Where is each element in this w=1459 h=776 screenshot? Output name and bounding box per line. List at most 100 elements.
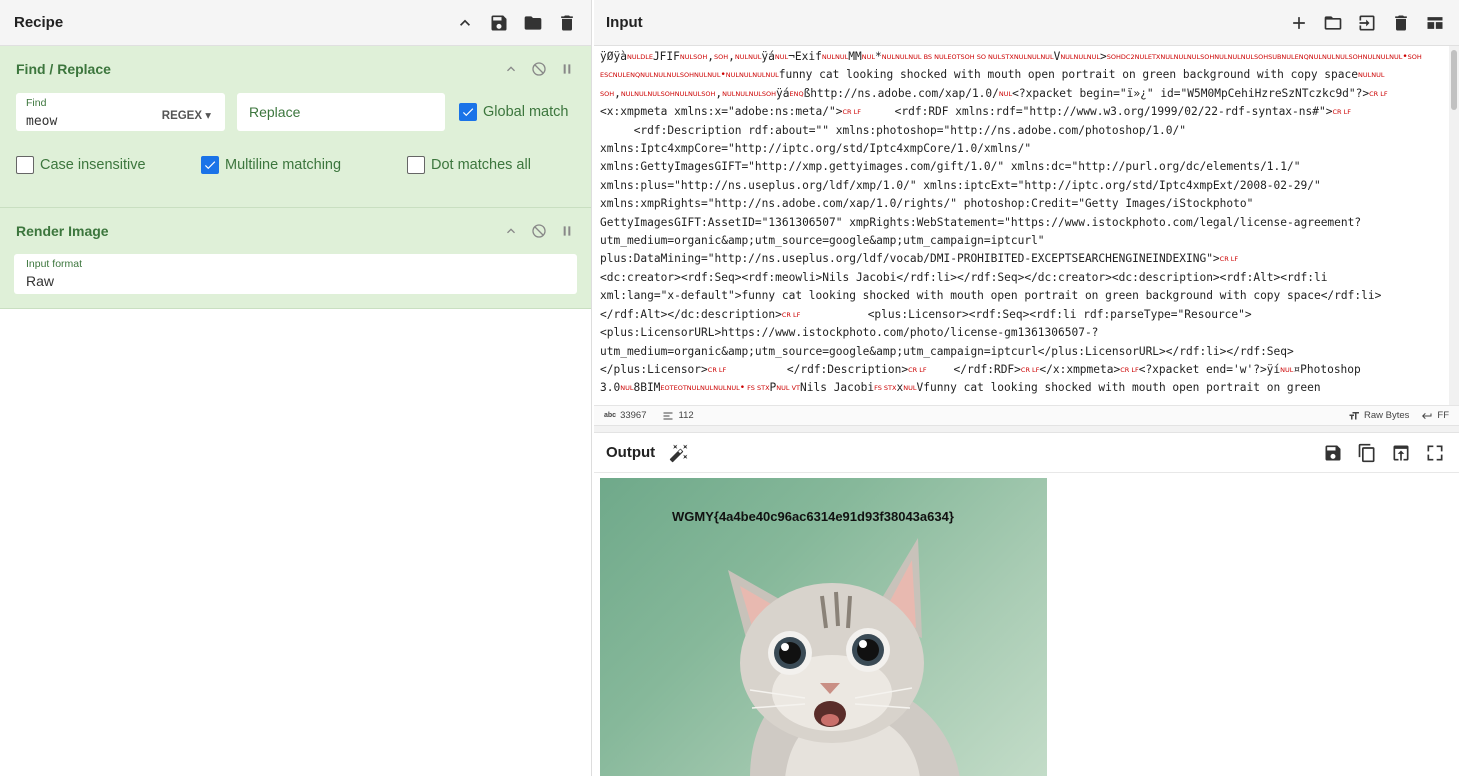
input-text-segment: xmlns:plus="http://ns.useplus.org/ldf/xm… bbox=[600, 178, 1321, 192]
find-input[interactable]: Find meow REGEX ▾ bbox=[16, 93, 225, 131]
input-text-segment: Nils Jacobi bbox=[800, 381, 875, 395]
disable-icon[interactable] bbox=[531, 61, 547, 77]
input-status-bar: abc 33967 112 Raw Bytes FF bbox=[594, 405, 1459, 425]
control-char: ESCNULENQNULNULNULSOHNULNUL bbox=[600, 71, 721, 80]
return-icon bbox=[1422, 412, 1432, 419]
encoding-value: Raw Bytes bbox=[1363, 410, 1410, 421]
render-image-operation: Render Image Input format Raw bbox=[0, 208, 591, 309]
global-match-checkbox[interactable]: Global match bbox=[459, 103, 568, 121]
input-text-segment: * bbox=[875, 50, 882, 63]
input-text-segment: <rdf:Description rdf:about="" xmlns:phot… bbox=[600, 123, 1186, 137]
chevron-up-icon[interactable] bbox=[503, 223, 519, 239]
pause-icon[interactable] bbox=[559, 223, 575, 239]
case-insensitive-checkbox[interactable]: Case insensitive bbox=[16, 156, 201, 174]
input-text-segment: , bbox=[614, 86, 621, 100]
multiline-checkbox[interactable]: Multiline matching bbox=[201, 156, 407, 174]
input-text-segment: utm_medium=organic&amp;utm_source=google… bbox=[600, 234, 1045, 248]
input-text-segment: 3.0 bbox=[600, 381, 621, 395]
find-replace-header: Find / Replace bbox=[0, 46, 591, 92]
input-text-segment: <plus:Licensor><rdf:Seq><rdf:li rdf:pars… bbox=[800, 307, 1252, 321]
recipe-panel: Recipe Find / Replace Find meow REGEX ▾ … bbox=[0, 0, 592, 776]
length-value: 33967 bbox=[620, 410, 647, 421]
control-char: CR LF bbox=[1369, 89, 1388, 98]
save-icon[interactable] bbox=[489, 13, 509, 33]
scrollbar-thumb[interactable] bbox=[1451, 50, 1457, 110]
input-text-segment: ÿá bbox=[761, 50, 775, 63]
input-scrollbar[interactable] bbox=[1449, 46, 1459, 406]
find-mode-dropdown[interactable]: REGEX ▾ bbox=[162, 108, 211, 122]
control-char: NUL bbox=[998, 89, 1013, 98]
layout-icon[interactable] bbox=[1425, 13, 1445, 33]
input-text-segment: , bbox=[707, 50, 715, 63]
dot-matches-all-checkbox[interactable]: Dot matches all bbox=[407, 156, 531, 174]
control-char: SOH bbox=[600, 89, 615, 98]
control-char: CR LF bbox=[1020, 365, 1040, 374]
encoding-selector[interactable]: Raw Bytes bbox=[1348, 410, 1409, 422]
plus-icon[interactable] bbox=[1289, 13, 1309, 33]
input-text-segment: <plus:LicensorURL>https://www.istockphot… bbox=[600, 326, 1099, 340]
control-char: SOH bbox=[1407, 53, 1422, 61]
input-text-segment: utm_medium=organic&amp;utm_source=google… bbox=[600, 344, 1294, 358]
input-textarea[interactable]: ÿØÿàNULDLEJFIFNULSOH,SOH,NULNULÿáNUL¬Exi… bbox=[600, 48, 1445, 404]
lines-icon bbox=[663, 412, 673, 419]
save-icon[interactable] bbox=[1323, 443, 1343, 463]
import-icon[interactable] bbox=[1357, 13, 1377, 33]
control-char: CR LF bbox=[1219, 255, 1239, 264]
render-image-header: Render Image bbox=[0, 208, 591, 254]
lines-value: 112 bbox=[678, 410, 694, 421]
input-title: Input bbox=[606, 14, 643, 31]
folder-icon[interactable] bbox=[1323, 13, 1343, 33]
control-char: CR LF bbox=[1120, 365, 1139, 374]
pane-resize-handle[interactable] bbox=[594, 425, 1459, 433]
replace-placeholder: Replace bbox=[249, 104, 301, 120]
control-char: NULSOH bbox=[679, 53, 708, 61]
lines-indicator: 112 bbox=[662, 410, 694, 422]
input-text-segment: xmlns:Iptc4xmpCore="http://iptc.org/std/… bbox=[600, 142, 1032, 156]
find-value: meow bbox=[26, 114, 58, 129]
replace-input[interactable]: Replace bbox=[237, 93, 445, 131]
trash-icon[interactable] bbox=[1391, 13, 1411, 33]
length-indicator: abc 33967 bbox=[604, 410, 646, 421]
control-char: SOH bbox=[701, 89, 716, 98]
pause-icon[interactable] bbox=[559, 61, 575, 77]
control-char: NULNULNULSOHNULNUL bbox=[620, 89, 702, 98]
control-char: NULNULNUL BS NULEOTSOH SO NULSTXNULNULNU… bbox=[881, 53, 1054, 61]
chevron-up-icon[interactable] bbox=[455, 13, 475, 33]
control-char: SOH bbox=[714, 53, 729, 61]
folder-icon[interactable] bbox=[523, 13, 543, 33]
disable-icon[interactable] bbox=[531, 223, 547, 239]
control-char: SOHDC2NULETXNULNULNULSOHNULNULNULSOHSUBN… bbox=[1106, 53, 1403, 61]
trash-icon[interactable] bbox=[557, 13, 577, 33]
output-header: Output bbox=[594, 433, 1459, 473]
copy-icon[interactable] bbox=[1357, 443, 1377, 463]
control-char: NUL bbox=[620, 384, 634, 393]
chevron-up-icon[interactable] bbox=[503, 61, 519, 77]
input-text-segment: funny cat looking shocked with mouth ope… bbox=[778, 68, 1358, 82]
control-char: NULNULNULSOH bbox=[722, 89, 776, 98]
input-text-segment: ÿØÿà bbox=[600, 50, 627, 63]
output-title: Output bbox=[606, 444, 656, 461]
control-char: CR LF bbox=[707, 365, 727, 374]
maximize-icon[interactable] bbox=[1425, 443, 1445, 463]
magic-wand-icon[interactable] bbox=[669, 443, 689, 463]
input-text-segment: JFIF bbox=[652, 50, 680, 63]
control-char: NUL bbox=[774, 53, 789, 61]
text-size-icon bbox=[1349, 411, 1359, 419]
input-text-segment: xmlns:GettyImagesGIFT="http://xmp.gettyi… bbox=[600, 160, 1301, 174]
recipe-title: Recipe bbox=[14, 14, 64, 31]
dot-matches-all-label: Dot matches all bbox=[431, 157, 531, 173]
input-format-select[interactable]: Input format Raw bbox=[14, 254, 577, 294]
replace-input-icon[interactable] bbox=[1391, 443, 1411, 463]
cyberchef-app: Recipe Find / Replace Find meow REGEX ▾ … bbox=[0, 0, 1459, 776]
input-text-segment: <?xpacket begin="ï»¿" id="W5M0MpCehiHzre… bbox=[1012, 86, 1370, 100]
find-replace-operation: Find / Replace Find meow REGEX ▾ Replace bbox=[0, 46, 591, 208]
control-char: FS STX bbox=[874, 384, 897, 393]
rendered-cat-image: WGMY{4a4be40c96ac6314e91d93f38043a634} bbox=[600, 478, 1047, 776]
input-text-segment: <?xpacket end='w'?>ÿí bbox=[1138, 362, 1281, 376]
input-text-segment: , bbox=[728, 50, 735, 63]
control-char: NUL bbox=[861, 53, 876, 61]
control-char: FS STX bbox=[745, 384, 770, 393]
input-text-segment: MM bbox=[848, 50, 862, 63]
input-text-segment: xml:lang="x-default">funny cat looking s… bbox=[600, 289, 1382, 303]
eol-selector[interactable]: FF bbox=[1421, 410, 1449, 422]
